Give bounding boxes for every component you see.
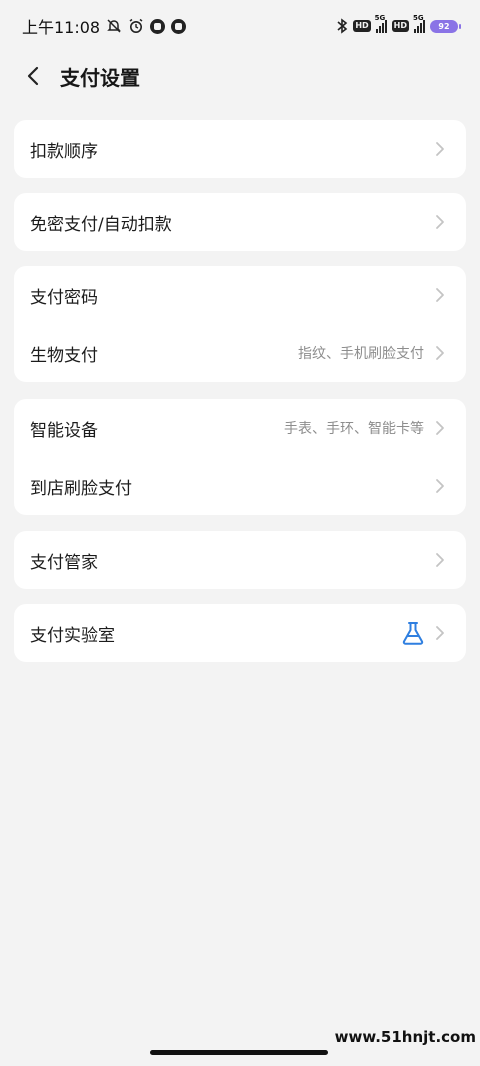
status-time: 上午11:08 xyxy=(22,18,101,37)
chevron-right-icon xyxy=(430,418,450,438)
home-indicator[interactable] xyxy=(150,1050,328,1055)
back-arrow-icon xyxy=(27,66,39,86)
row-label: 免密支付/自动扣款 xyxy=(30,214,172,235)
notification-muted-icon xyxy=(106,18,122,34)
settings-group: 支付密码 生物支付 指纹、手机刷脸支付 xyxy=(14,266,466,382)
app-notification-icon xyxy=(150,18,166,34)
row-label: 支付密码 xyxy=(30,287,98,308)
settings-group: 支付管家 xyxy=(14,531,466,589)
signal-icon: 5G xyxy=(413,14,425,33)
page-title: 支付设置 xyxy=(60,65,140,90)
status-bar: 上午11:08 HD 5G HD 5G 92 xyxy=(0,0,480,52)
app-notification-icon xyxy=(171,18,187,34)
battery-icon: 92 xyxy=(430,19,461,33)
header: 支付设置 xyxy=(0,52,480,100)
chevron-right-icon xyxy=(430,343,450,363)
settings-group: 免密支付/自动扣款 xyxy=(14,193,466,251)
row-detail: 手表、手环、智能卡等 xyxy=(284,421,424,437)
row-label: 智能设备 xyxy=(30,420,98,441)
row-label: 到店刷脸支付 xyxy=(30,478,132,499)
bluetooth-icon xyxy=(336,18,348,34)
row-label: 生物支付 xyxy=(30,345,98,366)
back-button[interactable] xyxy=(10,52,58,100)
watermark: www.51hnjt.com xyxy=(334,1028,476,1046)
flask-icon xyxy=(400,620,426,646)
chevron-right-icon xyxy=(430,139,450,159)
row-password-free-payment[interactable]: 免密支付/自动扣款 xyxy=(14,193,466,251)
signal-icon: 5G xyxy=(375,14,387,33)
row-smart-devices[interactable]: 智能设备 手表、手环、智能卡等 xyxy=(14,399,466,457)
chevron-right-icon xyxy=(430,476,450,496)
chevron-right-icon xyxy=(430,212,450,232)
row-payment-password[interactable]: 支付密码 xyxy=(14,266,466,324)
chevron-right-icon xyxy=(430,285,450,305)
hd-icon: HD xyxy=(391,20,409,32)
row-payment-manager[interactable]: 支付管家 xyxy=(14,531,466,589)
settings-group: 扣款顺序 xyxy=(14,120,466,178)
row-detail: 指纹、手机刷脸支付 xyxy=(298,346,424,362)
chevron-right-icon xyxy=(430,623,450,643)
alarm-icon xyxy=(128,18,144,34)
chevron-right-icon xyxy=(430,550,450,570)
row-biometric-payment[interactable]: 生物支付 指纹、手机刷脸支付 xyxy=(14,324,466,382)
row-label: 扣款顺序 xyxy=(30,141,98,162)
row-in-store-face-payment[interactable]: 到店刷脸支付 xyxy=(14,457,466,515)
row-label: 支付管家 xyxy=(30,552,98,573)
hd-icon: HD xyxy=(353,20,371,32)
row-label: 支付实验室 xyxy=(30,625,115,646)
settings-group: 支付实验室 xyxy=(14,604,466,662)
row-deduction-order[interactable]: 扣款顺序 xyxy=(14,120,466,178)
payment-settings-screen: 上午11:08 HD 5G HD 5G 92 支付设置 扣款顺序 免密支付/自动… xyxy=(0,0,480,1066)
settings-group: 智能设备 手表、手环、智能卡等 到店刷脸支付 xyxy=(14,399,466,515)
row-payment-lab[interactable]: 支付实验室 xyxy=(14,604,466,662)
